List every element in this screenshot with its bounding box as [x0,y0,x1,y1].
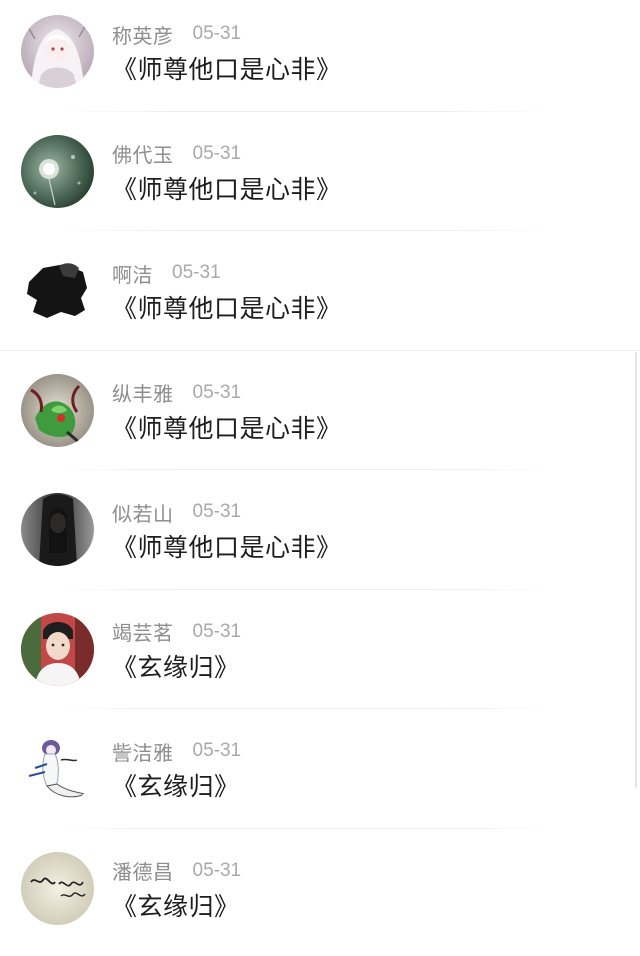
comment-meta: 称英彦 05-31 [112,20,241,48]
comment-list: 称英彦 05-31 《师尊他口是心非》 [0,0,640,956]
comment-text: 《师尊他口是心非》 [112,50,342,86]
user-name[interactable]: 竭芸茗 [112,617,174,646]
young-man-avatar-icon[interactable] [21,613,94,686]
comment-time: 05-31 [193,740,242,762]
comment-item: 訾洁雅 05-31 《玄缘归》 [0,717,640,837]
user-name[interactable]: 似若山 [112,498,174,527]
user-name[interactable]: 啊洁 [112,259,153,288]
divider [56,708,554,709]
comment-item: 啊洁 05-31 《师尊他口是心非》 [0,239,640,359]
comment-text: 《师尊他口是心非》 [112,409,342,445]
comment-text: 《玄缘归》 [112,887,240,923]
user-name[interactable]: 称英彦 [112,20,174,49]
divider [56,828,554,829]
comment-meta: 潘德昌 05-31 [112,857,241,885]
comment-meta: 佛代玉 05-31 [112,140,241,168]
comment-item: 纵丰雅 05-31 《师尊他口是心非》 [0,359,640,479]
comment-text: 《师尊他口是心非》 [112,170,342,206]
comment-text: 《师尊他口是心非》 [112,289,342,325]
scrollbar[interactable] [635,352,637,788]
divider [56,230,554,231]
comment-item: 佛代玉 05-31 《师尊他口是心非》 [0,120,640,240]
comment-meta: 訾洁雅 05-31 [112,737,241,765]
comment-time: 05-31 [193,621,242,643]
comment-text: 《师尊他口是心非》 [112,528,342,564]
long-hair-avatar-icon[interactable] [21,493,94,566]
comment-time: 05-31 [193,501,242,523]
divider [56,111,554,112]
comment-item: 潘德昌 05-31 《玄缘归》 [0,837,640,956]
green-creature-avatar-icon[interactable] [21,374,94,447]
user-name[interactable]: 訾洁雅 [112,737,174,766]
comment-text: 《玄缘归》 [112,767,240,803]
comment-item: 竭芸茗 05-31 《玄缘归》 [0,598,640,718]
comment-item: 称英彦 05-31 《师尊他口是心非》 [0,0,640,120]
user-name[interactable]: 佛代玉 [112,139,174,168]
divider [56,589,554,590]
anime-figure-avatar-icon[interactable] [21,732,94,805]
dark-figure-avatar-icon[interactable] [21,254,94,327]
girl-white-hair-avatar-icon[interactable] [21,15,94,88]
comment-time: 05-31 [193,143,242,165]
comment-text: 《玄缘归》 [112,648,240,684]
comment-meta: 啊洁 05-31 [112,259,221,287]
comment-time: 05-31 [193,860,242,882]
comment-time: 05-31 [172,262,221,284]
dandelion-avatar-icon[interactable] [21,135,94,208]
section-divider [0,350,640,351]
comment-item: 似若山 05-31 《师尊他口是心非》 [0,478,640,598]
comment-meta: 竭芸茗 05-31 [112,618,241,646]
comment-meta: 似若山 05-31 [112,498,241,526]
user-name[interactable]: 纵丰雅 [112,378,174,407]
comment-time: 05-31 [193,23,242,45]
user-name[interactable]: 潘德昌 [112,856,174,885]
comment-time: 05-31 [193,382,242,404]
divider [56,469,554,470]
comment-meta: 纵丰雅 05-31 [112,379,241,407]
calligraphy-avatar-icon[interactable] [21,852,94,925]
